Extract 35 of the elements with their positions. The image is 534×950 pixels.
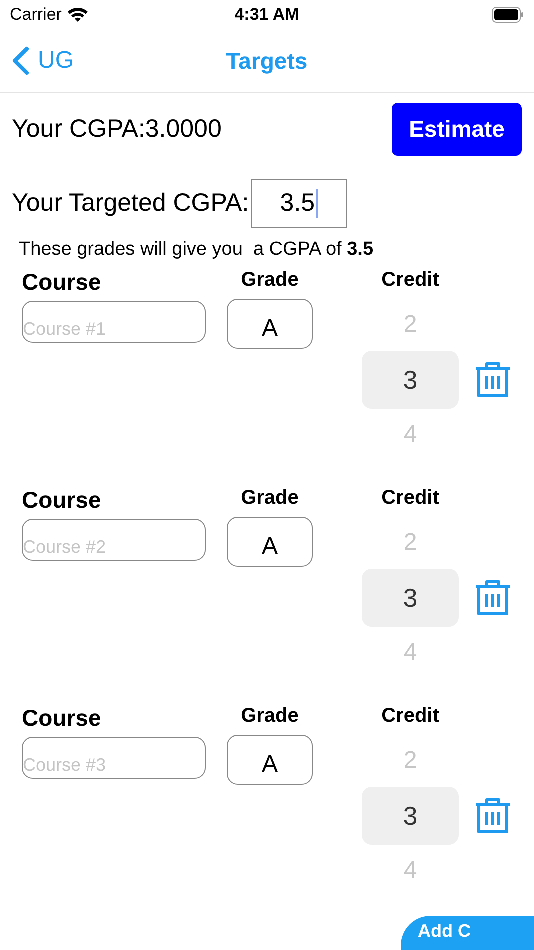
grade-header: Grade [240,705,300,729]
trash-icon [474,797,512,835]
course-name-field[interactable]: Course #2 [22,519,206,561]
course-header: Course [22,487,102,515]
current-cgpa-label: Your CGPA:3.0000 [12,114,222,144]
course-name-field[interactable]: Course #3 [22,737,206,779]
screen-title: Targets [226,48,308,74]
selected-credit-option[interactable]: 3 [362,787,459,845]
grade-field[interactable]: A [227,299,313,349]
chevron-left-icon [12,46,30,76]
delete-button[interactable] [474,361,512,399]
target-cgpa-field[interactable]: 3.5 [251,178,348,228]
credit-header: Credit [380,269,440,293]
credit-header: Credit [380,487,440,511]
course-header: Course [22,269,102,297]
course-name-field[interactable]: Course #1 [22,301,206,343]
carrier-name: Carrier [10,5,62,25]
selected-credit-option[interactable]: 3 [362,351,459,409]
estimate-button[interactable]: Estimate [392,102,522,156]
grade-header: Grade [240,269,300,293]
status-time: 4:31 AM [234,5,300,24]
trash-icon [474,361,512,399]
credit-header: Credit [380,705,440,729]
grade-field[interactable]: A [227,517,313,567]
delete-button[interactable] [474,579,512,617]
grade-field[interactable]: A [227,735,313,785]
grade-header: Grade [240,487,300,511]
battery-icon [492,7,524,23]
delete-button[interactable] [474,797,512,835]
target-cgpa-label: Your Targeted CGPA: [12,188,250,218]
summary-text: These grades will give you a CGPA of 3.5 [19,239,375,261]
selected-credit-option[interactable]: 3 [362,569,459,627]
course-header: Course [22,705,102,733]
wifi-icon [68,8,88,22]
trash-icon [474,579,512,617]
